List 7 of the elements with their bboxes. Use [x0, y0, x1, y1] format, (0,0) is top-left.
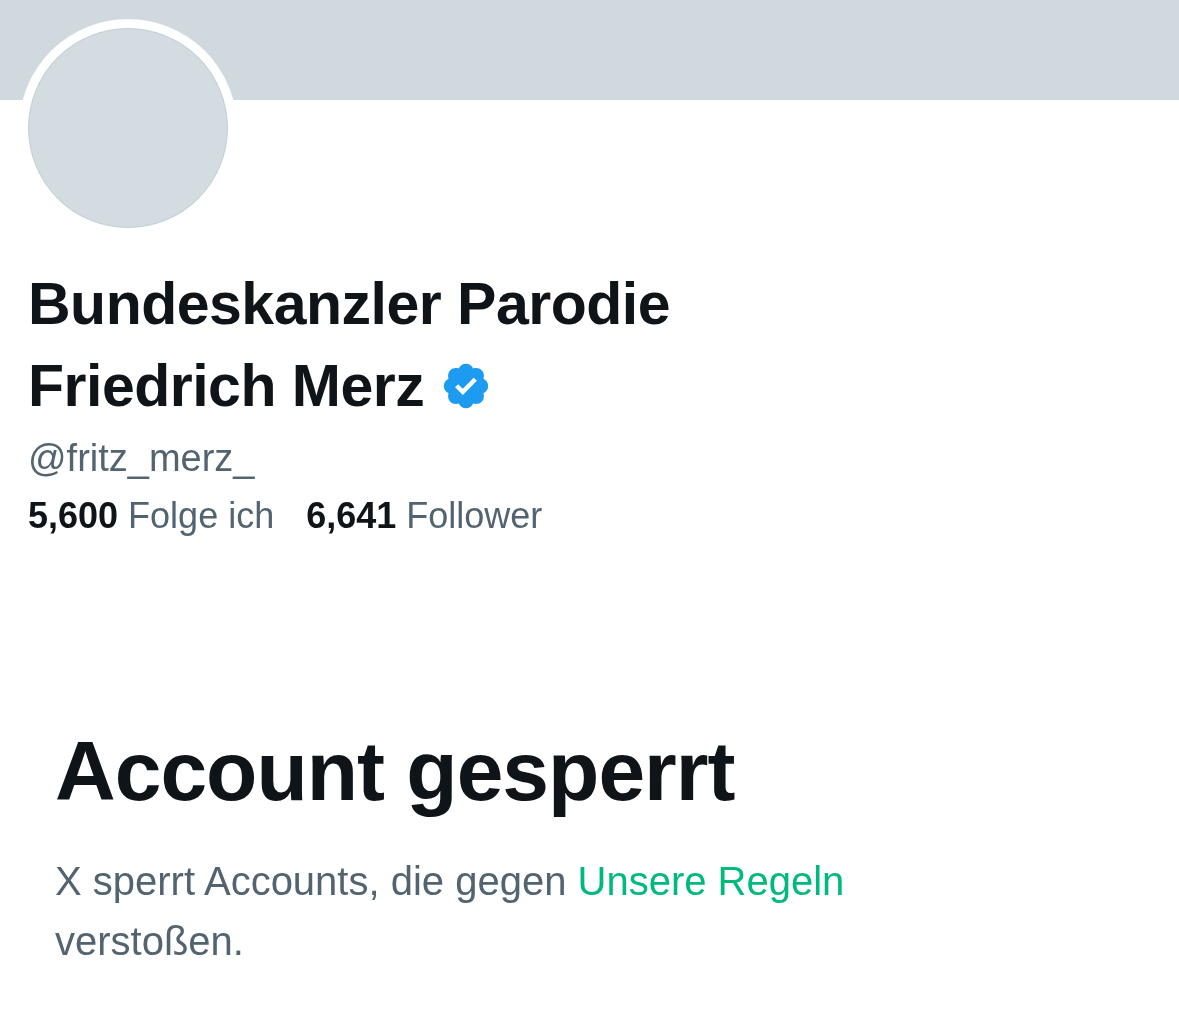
notice-title: Account gesperrt: [55, 723, 736, 820]
follow-stat-link[interactable]: 5,600 Folge ich: [28, 491, 275, 541]
display-name: Bundeskanzler Parodie: [28, 270, 670, 339]
display-name: Friedrich Merz: [28, 352, 425, 421]
notice-text: X sperrt Accounts, die gegen Unsere Regeln verstoßen.: [55, 858, 846, 965]
username: @fritz_merz_: [28, 436, 256, 481]
follow-stat-link[interactable]: 6,641 Follower: [306, 491, 543, 541]
